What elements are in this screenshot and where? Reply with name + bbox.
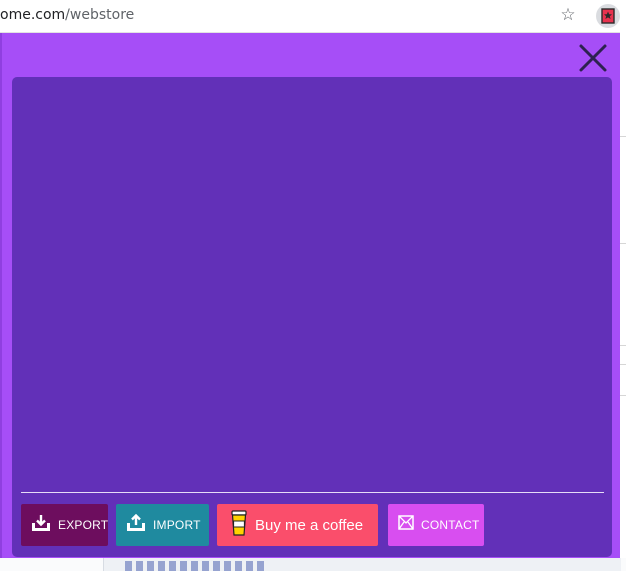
url-path: /webstore (65, 7, 135, 23)
extension-popup: EXPORT IMPORT Buy me a coffee CONTACT (0, 33, 620, 558)
coffee-label: Buy me a coffee (255, 516, 364, 534)
export-label: EXPORT (58, 518, 109, 532)
url-host: ome.com (0, 7, 66, 23)
envelope-icon (398, 515, 414, 535)
background-page-edge (620, 32, 626, 571)
bookmark-extension-icon (601, 8, 615, 24)
close-button[interactable] (576, 41, 610, 75)
url-display[interactable]: ome.com/webstore (0, 7, 134, 23)
contact-label: CONTACT (421, 518, 480, 532)
upload-tray-icon (126, 513, 146, 537)
download-tray-icon (31, 514, 51, 537)
star-icon[interactable]: ☆ (558, 5, 578, 25)
contact-button[interactable]: CONTACT (388, 504, 484, 546)
content-panel: EXPORT IMPORT Buy me a coffee CONTACT (12, 77, 612, 557)
import-button[interactable]: IMPORT (116, 504, 209, 546)
import-label: IMPORT (153, 518, 201, 532)
coffee-cup-icon (230, 509, 248, 541)
footer-divider (21, 492, 604, 493)
close-x-icon (579, 44, 607, 72)
address-bar: ome.com/webstore ☆ (0, 0, 626, 33)
buy-coffee-button[interactable]: Buy me a coffee (217, 504, 378, 546)
background-page-text (125, 561, 265, 571)
export-button[interactable]: EXPORT (21, 504, 108, 546)
extension-button[interactable] (596, 4, 620, 28)
